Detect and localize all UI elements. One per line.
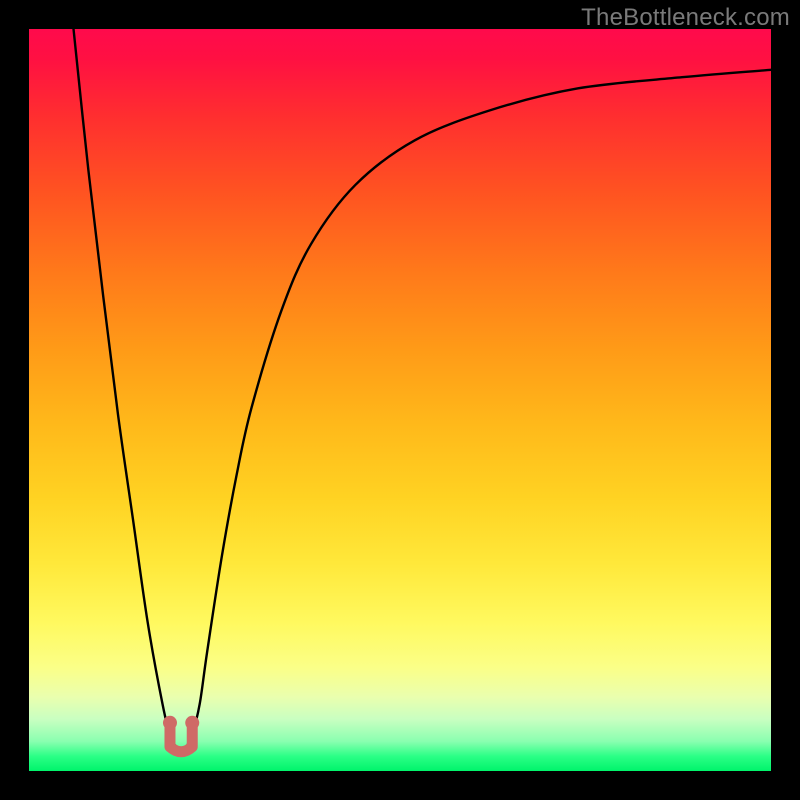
marker-dot-right (185, 716, 199, 730)
chart-svg (29, 29, 771, 771)
outer-frame: TheBottleneck.com (0, 0, 800, 800)
bottleneck-curve-path (74, 29, 771, 751)
optimal-range-marker (163, 716, 199, 752)
bottleneck-curve (74, 29, 771, 751)
plot-area (29, 29, 771, 771)
marker-dot-left (163, 716, 177, 730)
watermark-text: TheBottleneck.com (581, 4, 790, 32)
